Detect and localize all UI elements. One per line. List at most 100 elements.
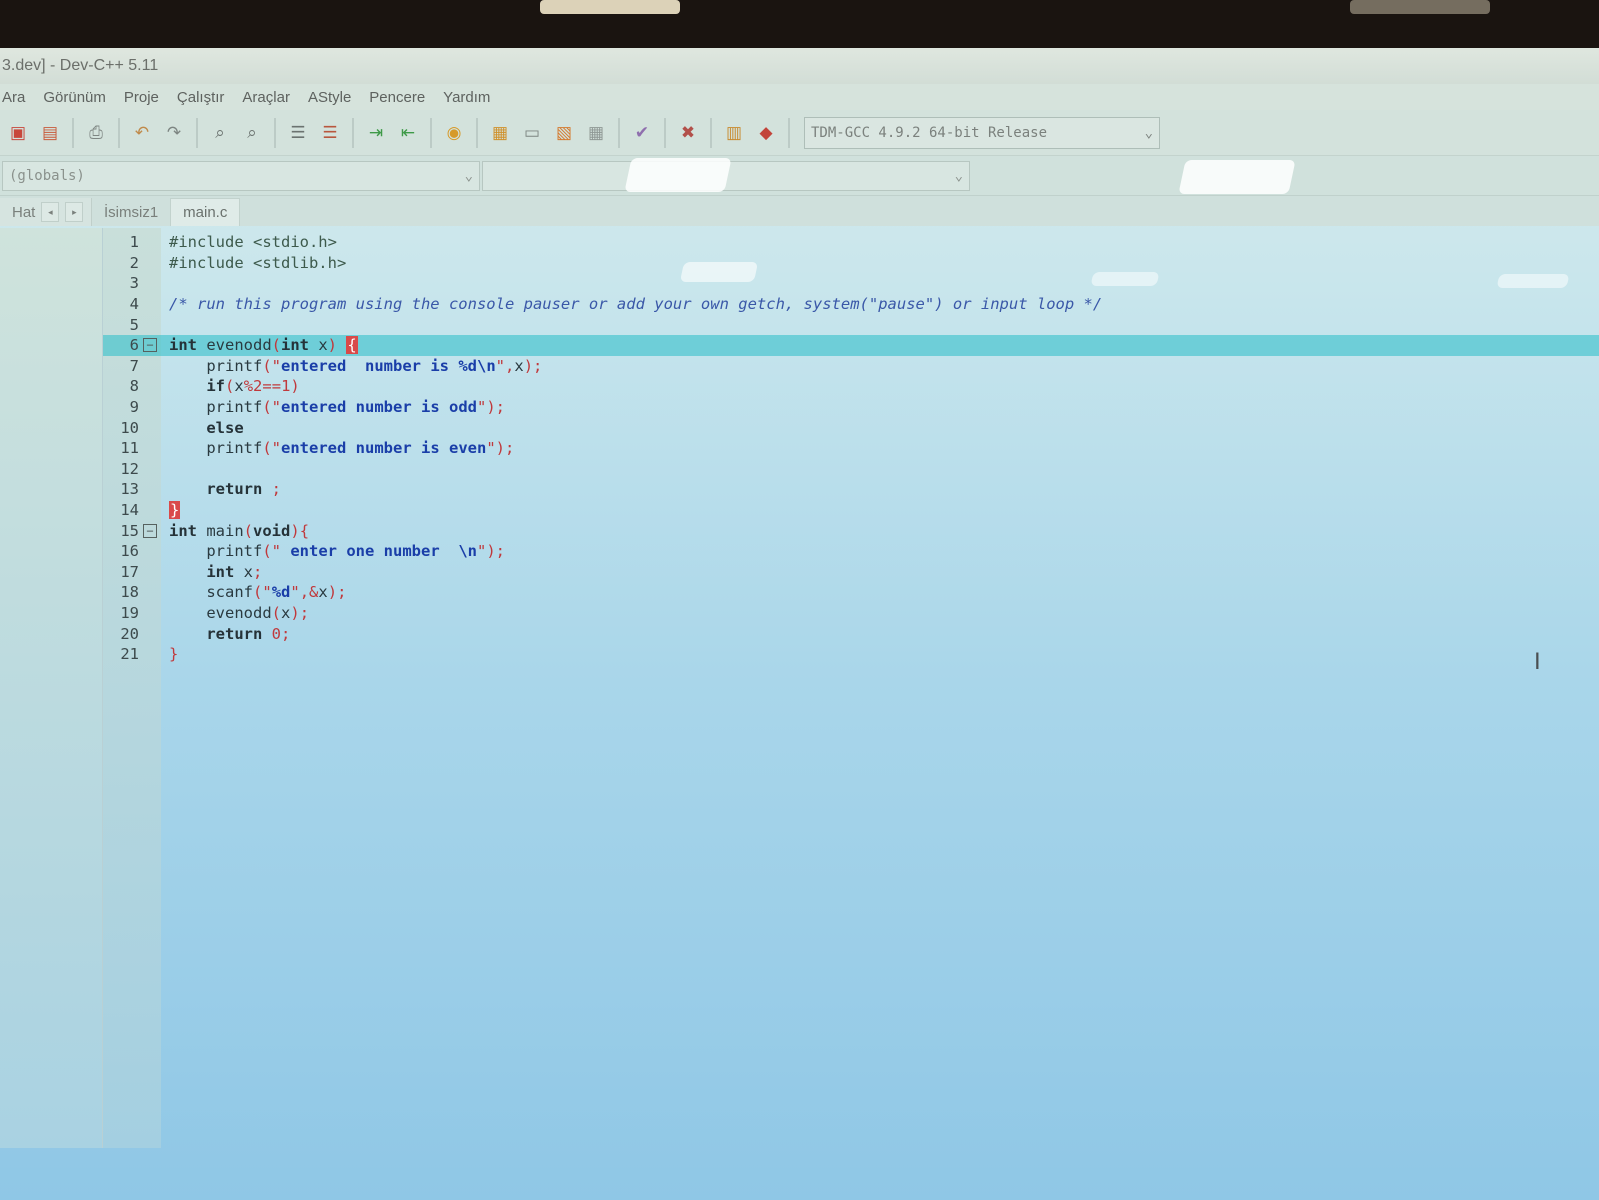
code-text: return 0;	[206, 624, 291, 643]
profile-icon[interactable]: ◆	[752, 119, 780, 147]
code-line[interactable]: 5	[103, 314, 1599, 335]
toolbar: ▣ ▤ ⎙ ↶ ↷ ⌕ ⌕ ☰ ☰ ⇥ ⇤ ◉ ▦ ▭ ▧ ▦ ✔ ✖ ▥ ◆ …	[0, 110, 1599, 156]
code-text: scanf("%d",&x);	[169, 583, 347, 602]
line-number: 8	[129, 377, 139, 396]
code-line[interactable]: 14}	[103, 500, 1599, 521]
tab-isimsiz1[interactable]: İsimsiz1	[92, 198, 170, 226]
toolbar-separator	[118, 117, 120, 148]
tab-main-c[interactable]: main.c	[170, 198, 241, 226]
code-line[interactable]: 4 /* run this program using the console p…	[103, 294, 1599, 315]
code-line[interactable]: 6− int evenodd(int x) {	[103, 334, 1599, 356]
chevron-right-icon[interactable]: ▸	[65, 202, 84, 222]
line-number: 12	[120, 459, 139, 478]
menu-item-astyle[interactable]: AStyle	[308, 89, 351, 106]
code-line[interactable]: 19 evenodd(x);	[103, 603, 1599, 624]
menu-item-yardim[interactable]: Yardım	[443, 89, 490, 106]
line-number: 15	[120, 521, 139, 540]
menu-item-pencere[interactable]: Pencere	[369, 89, 425, 106]
menu-bar: Ara Görünüm Proje Çalıştır Araçlar AStyl…	[0, 84, 1599, 110]
tiles-icon[interactable]: ▦	[582, 119, 610, 147]
code-line[interactable]: 21}	[103, 644, 1599, 665]
open-project-icon[interactable]: ▤	[36, 119, 64, 147]
undo-icon[interactable]: ↶	[128, 119, 156, 147]
ceiling-light-reflection	[540, 0, 680, 14]
compiler-select-value: TDM-GCC 4.9.2 64-bit Release	[811, 124, 1048, 141]
text-cursor-icon: I	[1534, 648, 1541, 675]
function-select[interactable]: ⌄	[482, 160, 970, 191]
code-line[interactable]: 12	[103, 459, 1599, 480]
line-number: 4	[129, 295, 139, 314]
code-line[interactable]: 10 else	[103, 417, 1599, 438]
find-icon[interactable]: ⌕	[206, 119, 234, 147]
print-icon[interactable]: ⎙	[82, 119, 110, 147]
editor-area: 1 #include <stdio.h> 2 #include <stdlib.h> 3…	[0, 228, 1599, 1148]
side-panel-tab-label: Hat	[12, 203, 36, 221]
code-line[interactable]: 15− int main(void){	[103, 520, 1599, 541]
bookmark-icon[interactable]: ⇤	[394, 119, 422, 147]
unindent-icon[interactable]: ☰	[316, 119, 344, 147]
code-text: /* run this program using the console pa…	[169, 295, 1103, 314]
grid-icon[interactable]: ▦	[486, 119, 514, 147]
menu-item-calistir[interactable]: Çalıştır	[177, 89, 225, 106]
code-line[interactable]: 3	[103, 273, 1599, 294]
window-icon[interactable]: ▭	[518, 119, 546, 147]
code-line[interactable]: 9 printf("entered number is odd");	[103, 397, 1599, 418]
layout-icon[interactable]: ▧	[550, 119, 578, 147]
tab-bar: Hat ◂ ▸ İsimsiz1 main.c	[0, 196, 1599, 226]
compiler-select[interactable]: TDM-GCC 4.9.2 64-bit Release ⌄	[804, 116, 1160, 149]
code-line[interactable]: 13 return ;	[103, 479, 1599, 500]
line-number: 10	[120, 418, 139, 437]
code-editor[interactable]: 1 #include <stdio.h> 2 #include <stdlib.h> 3…	[103, 232, 1599, 664]
code-line[interactable]: 1 #include <stdio.h>	[103, 232, 1599, 253]
code-line[interactable]: 8 if(x%2==1)	[103, 376, 1599, 397]
chevron-down-icon: ⌄	[1144, 124, 1153, 141]
toolbar-separator	[72, 117, 74, 148]
tab-label: İsimsiz1	[104, 203, 159, 221]
indent-icon[interactable]: ☰	[284, 119, 312, 147]
toolbar-separator	[618, 117, 620, 148]
project-panel[interactable]	[0, 228, 103, 1148]
toolbar-separator	[196, 117, 198, 148]
line-number: 3	[129, 274, 139, 293]
menu-item-ara[interactable]: Ara	[2, 89, 25, 106]
side-panel-tab[interactable]: Hat ◂ ▸	[0, 198, 92, 226]
code-text: int main(void){	[169, 521, 310, 540]
toolbar-separator	[476, 117, 478, 148]
code-text: }	[169, 645, 179, 664]
line-number: 11	[120, 439, 139, 458]
line-number: 16	[120, 542, 139, 561]
ceiling-light-reflection	[1350, 0, 1490, 14]
code-line[interactable]: 20 return 0;	[103, 623, 1599, 644]
globals-select[interactable]: (globals) ⌄	[2, 160, 480, 191]
screen: 3.dev] - Dev-C++ 5.11 Ara Görünüm Proje …	[0, 48, 1599, 1200]
line-number: 1	[129, 233, 139, 252]
fold-collapse-icon[interactable]: −	[139, 338, 161, 353]
debug-icon[interactable]: ◉	[440, 119, 468, 147]
window-title: 3.dev] - Dev-C++ 5.11	[2, 57, 159, 74]
chevron-down-icon: ⌄	[464, 167, 473, 184]
new-project-icon[interactable]: ▣	[4, 119, 32, 147]
chart-icon[interactable]: ▥	[720, 119, 748, 147]
code-text: printf(" enter one number \n");	[169, 542, 506, 561]
replace-icon[interactable]: ⌕	[238, 119, 266, 147]
code-line[interactable]: 11 printf("entered number is even");	[103, 438, 1599, 459]
code-line[interactable]: 18 scanf("%d",&x);	[103, 582, 1599, 603]
code-text: else	[206, 418, 244, 437]
fold-collapse-icon[interactable]: −	[139, 523, 161, 538]
code-line[interactable]: 2 #include <stdlib.h>	[103, 253, 1599, 274]
check-icon[interactable]: ✔	[628, 119, 656, 147]
line-number: 17	[120, 562, 139, 581]
stop-icon[interactable]: ✖	[674, 119, 702, 147]
code-line[interactable]: 7 printf("entered number is %d\n",x);	[103, 356, 1599, 377]
line-number: 14	[120, 501, 139, 520]
goto-icon[interactable]: ⇥	[362, 119, 390, 147]
code-line[interactable]: 17 int x;	[103, 562, 1599, 583]
tab-label: main.c	[183, 204, 228, 221]
menu-item-araclar[interactable]: Araçlar	[242, 89, 290, 106]
code-line[interactable]: 16 printf(" enter one number \n");	[103, 541, 1599, 562]
menu-item-gorunum[interactable]: Görünüm	[43, 89, 106, 106]
redo-icon[interactable]: ↷	[160, 119, 188, 147]
code-text: #include <stdlib.h>	[169, 253, 347, 272]
menu-item-proje[interactable]: Proje	[124, 89, 159, 106]
chevron-left-icon[interactable]: ◂	[41, 202, 60, 222]
